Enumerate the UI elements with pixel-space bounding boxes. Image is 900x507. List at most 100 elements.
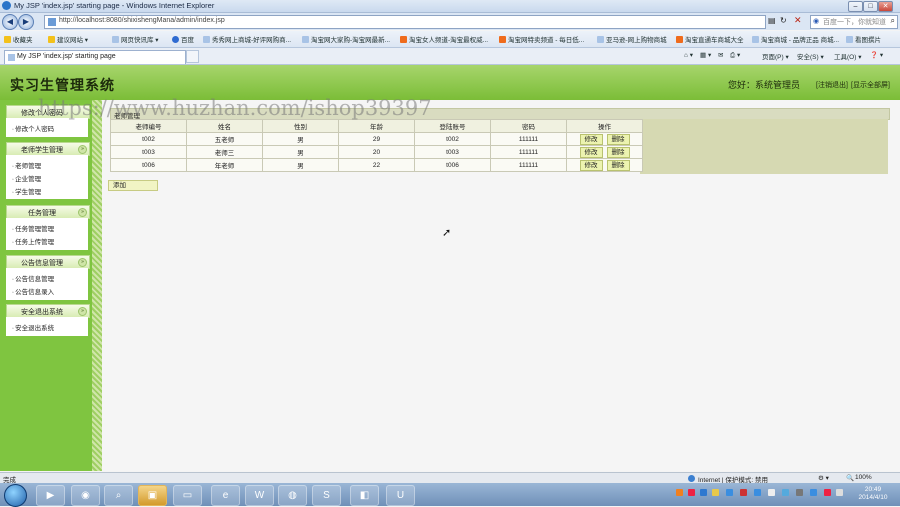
delete-button[interactable]: 删除	[606, 133, 630, 145]
sidebar-item-students[interactable]: 学生管理	[12, 186, 41, 196]
app-icon[interactable]: ▣	[138, 485, 167, 506]
tray-icon[interactable]	[700, 489, 707, 496]
myeclipse-icon[interactable]: S	[312, 485, 341, 506]
edit-button[interactable]: 修改	[579, 146, 603, 158]
favorite-item[interactable]: 淘宝网大家购-淘宝网最新...	[302, 34, 390, 44]
sidebar-item-task-manage[interactable]: 任务管理管理	[12, 223, 54, 233]
new-tab-button[interactable]	[186, 50, 199, 63]
tray-icon[interactable]	[754, 489, 761, 496]
close-window-button[interactable]: ✕	[878, 1, 893, 12]
minimize-button[interactable]: –	[848, 1, 863, 12]
sidebar-item-companies[interactable]: 企业管理	[12, 173, 41, 183]
protected-mode-icon[interactable]: ⚙ ▾	[818, 474, 829, 482]
sidebar-section-logout[interactable]: 安全退出系统 »	[6, 304, 90, 318]
address-bar[interactable]: http://localhost:8080/shixisheng​Mana/ad…	[44, 15, 766, 29]
maximize-button[interactable]: □	[863, 1, 878, 12]
sidebar-item-announcement-entry[interactable]: 公告信息录入	[12, 286, 54, 296]
start-button[interactable]	[4, 484, 27, 507]
page-icon	[302, 36, 309, 43]
ue-editor-icon[interactable]: U	[386, 485, 415, 506]
volume-icon[interactable]	[836, 489, 843, 496]
favorite-label: 淘宝女人频道-淘宝最权威...	[409, 37, 489, 44]
sidebar-item-teachers[interactable]: 老师管理	[12, 160, 41, 170]
search-box[interactable]: ◉ 百度一下，你就知道 ⌕	[810, 15, 898, 29]
tray-icon[interactable]	[740, 489, 747, 496]
print-icon[interactable]: ⎙ ▾	[730, 51, 740, 60]
refresh-icon[interactable]: ↻	[780, 16, 787, 25]
page-menu[interactable]: 页面(P) ▾	[762, 51, 789, 61]
edit-button[interactable]: 修改	[579, 133, 603, 145]
collapse-icon[interactable]: »	[78, 208, 87, 217]
favorite-item[interactable]: 淘宝女人频道-淘宝最权威...	[400, 34, 488, 44]
home-icon[interactable]: ⌂ ▾	[684, 51, 693, 59]
app-icon-2[interactable]: ◧	[350, 485, 379, 506]
clock[interactable]: 20:49 2014/4/10	[848, 486, 898, 502]
read-mail-icon[interactable]: ✉	[718, 51, 723, 59]
favorite-item[interactable]: 秀秀网上商城-好评网购商...	[203, 34, 291, 44]
tray-icon[interactable]	[712, 489, 719, 496]
favorite-item[interactable]: 淘宝网特卖频道 - 每日低...	[499, 34, 584, 44]
explorer-icon[interactable]: ▭	[173, 485, 202, 506]
search-app-icon[interactable]: ⌕	[104, 485, 133, 506]
sidebar-item-task-upload[interactable]: 任务上传管理	[12, 236, 54, 246]
safety-menu[interactable]: 安全(S) ▾	[797, 51, 824, 61]
delete-button[interactable]: 删除	[606, 146, 630, 158]
actions-cell: 修改 删除	[566, 132, 643, 146]
help-menu[interactable]: ❓ ▾	[870, 51, 883, 59]
favorite-item[interactable]: 看图撰片	[846, 34, 881, 44]
sidebar-section-teacher-student[interactable]: 老师学生管理 »	[6, 142, 90, 156]
feeds-icon[interactable]: ▦ ▾	[700, 51, 711, 59]
favorite-item[interactable]: 网页快讯库 ▾	[112, 34, 159, 44]
page-icon	[112, 36, 119, 43]
ie-taskbar-icon[interactable]: e	[211, 485, 240, 506]
sidebar-section-tasks[interactable]: 任务管理 »	[6, 205, 90, 219]
tab-current[interactable]: My JSP 'index.jsp' starting page	[4, 50, 186, 64]
stop-icon[interactable]: ✕	[794, 15, 802, 26]
tray-icon[interactable]	[676, 489, 683, 496]
add-button[interactable]: 添加	[108, 180, 158, 191]
tray-icon[interactable]	[726, 489, 733, 496]
compatibility-icon[interactable]: ▤	[768, 16, 776, 25]
tray-icon[interactable]	[782, 489, 789, 496]
cell: t006	[110, 158, 187, 172]
collapse-icon[interactable]: »	[78, 258, 87, 267]
sidebar-item-safe-exit[interactable]: 安全退出系统	[12, 322, 54, 332]
media-player-icon[interactable]: ▶	[36, 485, 65, 506]
sidebar-splitter[interactable]	[92, 100, 102, 471]
sidebar-section-announcements[interactable]: 公告信息管理 »	[6, 255, 90, 269]
collapse-icon[interactable]: »	[78, 145, 87, 154]
tools-menu[interactable]: 工具(O) ▾	[834, 51, 861, 61]
column-header: 密码	[490, 119, 567, 133]
tray-icon[interactable]	[688, 489, 695, 496]
network-icon[interactable]	[796, 489, 803, 496]
cell: 20	[338, 145, 415, 159]
logout-link[interactable]: [注销退出]	[816, 80, 848, 90]
collapse-icon[interactable]: »	[78, 307, 87, 316]
sidebar-item-announcement-manage[interactable]: 公告信息管理	[12, 273, 54, 283]
favorite-item[interactable]: 建议网站 ▾	[48, 34, 88, 44]
favorite-item[interactable]: 百度	[172, 34, 194, 44]
show-all-link[interactable]: [显示全部屏]	[851, 80, 890, 90]
tray-icon[interactable]	[824, 489, 831, 496]
favorite-item[interactable]: 淘宝商城 - 品牌正品 商城...	[752, 34, 839, 44]
sidebar-item-change-password[interactable]: 修改个人密码	[12, 123, 54, 133]
favorites-button[interactable]: 收藏夹	[4, 34, 33, 44]
forward-button[interactable]: ▶	[18, 14, 34, 30]
chrome-icon[interactable]: ◉	[71, 485, 100, 506]
tray-icon[interactable]	[810, 489, 817, 496]
column-header: 年龄	[338, 119, 415, 133]
qq-icon[interactable]: ◍	[278, 485, 307, 506]
zoom-icon[interactable]: 🔍	[846, 474, 854, 482]
delete-button[interactable]: 删除	[606, 159, 630, 171]
back-button[interactable]: ◀	[2, 14, 18, 30]
favorite-item[interactable]: 亚马逊-网上购物商城	[597, 34, 667, 44]
tray-icon[interactable]	[768, 489, 775, 496]
url-text[interactable]: http://localhost:8080/shixisheng​Mana/ad…	[59, 17, 225, 24]
favorite-item[interactable]: 淘宝直通车商城大全	[676, 34, 744, 44]
word-icon[interactable]: W	[245, 485, 274, 506]
sidebar: 修改个人密码 修改个人密码 老师学生管理 » 老师管理 企业管理 学生管理 任务…	[0, 100, 92, 471]
edit-button[interactable]: 修改	[579, 159, 603, 171]
zoom-level[interactable]: 100%	[855, 474, 872, 481]
search-icon[interactable]: ⌕	[891, 16, 895, 26]
search-placeholder[interactable]: 百度一下，你就知道	[823, 17, 886, 27]
